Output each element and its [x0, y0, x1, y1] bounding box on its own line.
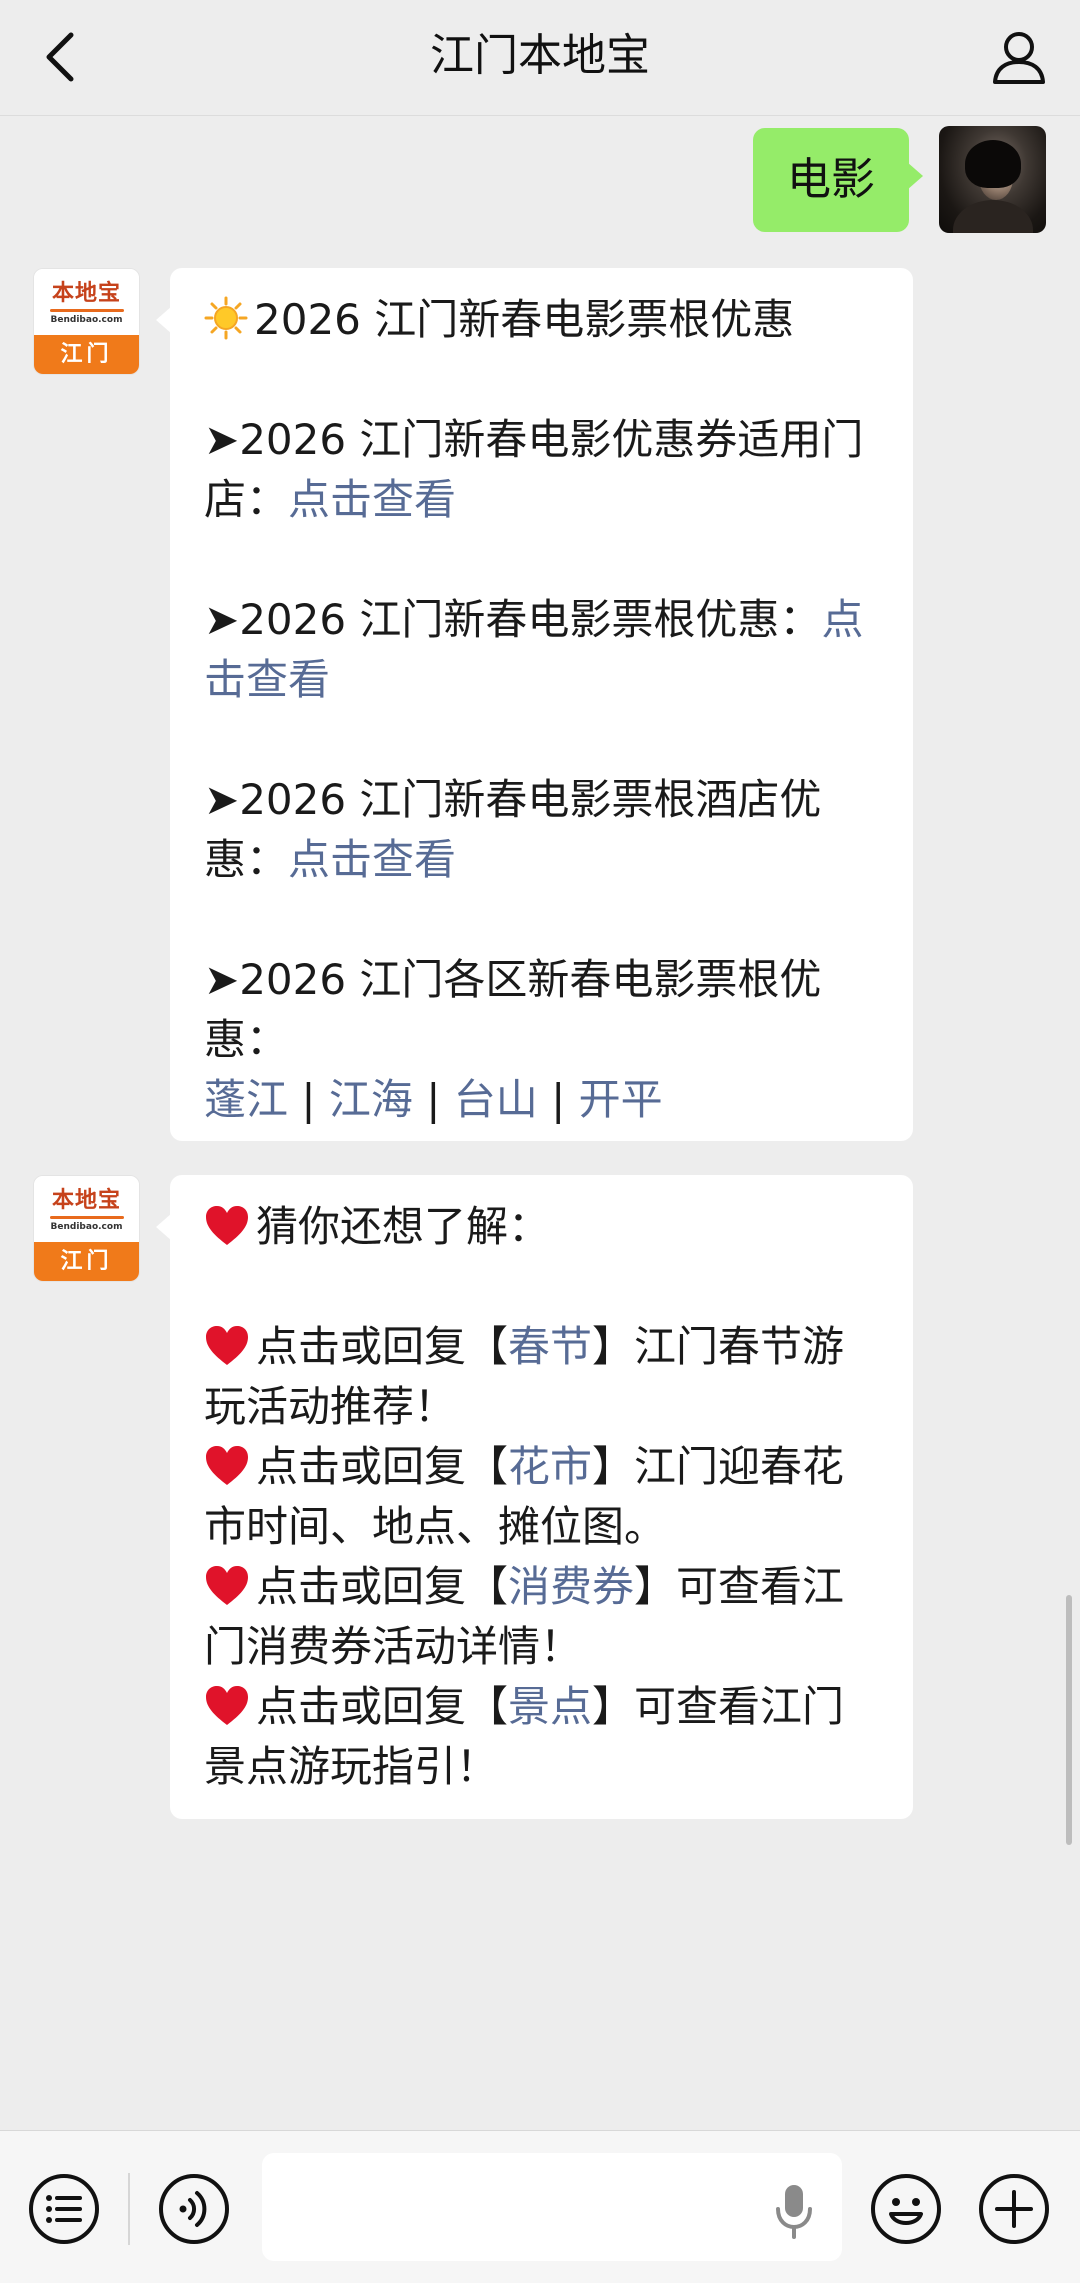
keyword-link-flower-market[interactable]: 花市: [508, 1442, 592, 1491]
suggestion-item: 点击或回复【春节】江门春节游玩活动推荐！: [204, 1317, 883, 1437]
chat-title: 江门本地宝: [430, 30, 650, 81]
district-link-kaiping[interactable]: 开平: [579, 1075, 663, 1124]
outgoing-message-bubble[interactable]: 电影: [753, 128, 923, 232]
item-hotel-offers: ➤2026 江门新春电影票根酒店优惠：点击查看: [204, 770, 883, 890]
suggestion-item: 点击或回复【景点】可查看江门景点游玩指引！: [204, 1677, 883, 1797]
user-icon: [993, 32, 1045, 84]
keyword-link-coupons[interactable]: 消费券: [508, 1562, 634, 1611]
district-links: 蓬江 | 江海 | 台山 | 开平: [204, 1070, 883, 1130]
title-text: 2026 江门新春电影票根优惠: [254, 295, 795, 344]
heart-icon: [206, 1686, 248, 1725]
district-link-taishan[interactable]: 台山: [454, 1075, 538, 1124]
self-avatar[interactable]: [939, 126, 1046, 233]
outgoing-message-row: 电影: [446, 126, 1046, 236]
item-stub-offers-text: ➤2026 江门新春电影票根优惠：: [204, 595, 822, 644]
suggestion-item: 点击或回复【消费券】可查看江门消费券活动详情！: [204, 1557, 883, 1677]
district-link-jianghai[interactable]: 江海: [329, 1075, 413, 1124]
suggestion-prefix: 点击或回复【: [256, 1442, 509, 1491]
message-title: 2026 江门新春电影票根优惠: [204, 290, 883, 350]
suggestion-intro-text: 猜你还想了解：: [256, 1202, 551, 1251]
heart-icon: [206, 1446, 248, 1485]
voice-button[interactable]: [156, 2171, 232, 2247]
bot-avatar[interactable]: 本地宝 Bendibao.com 江门: [33, 1175, 140, 1282]
suggestion-prefix: 点击或回复【: [256, 1562, 509, 1611]
title-bar: 江门本地宝: [0, 0, 1080, 116]
plus-icon: [979, 2174, 1049, 2244]
item-districts-text: ➤2026 江门各区新春电影票根优惠：: [204, 955, 822, 1064]
suggestion-prefix: 点击或回复【: [256, 1322, 509, 1371]
message-input[interactable]: [262, 2153, 842, 2261]
divider: [128, 2173, 130, 2245]
keyword-link-spring-festival[interactable]: 春节: [508, 1322, 592, 1371]
emoji-button[interactable]: [868, 2171, 944, 2247]
logo-url: Bendibao.com: [50, 314, 123, 325]
suggestion-prefix: 点击或回复【: [256, 1682, 509, 1731]
heart-icon: [206, 1326, 248, 1365]
suggestion-item: 点击或回复【花市】江门迎春花市时间、地点、摊位图。: [204, 1437, 883, 1557]
logo-url: Bendibao.com: [50, 1221, 123, 1232]
input-bar: [0, 2130, 1080, 2283]
logo-city: 江门: [34, 335, 139, 374]
item-districts: ➤2026 江门各区新春电影票根优惠：: [204, 950, 883, 1070]
district-link-pengjiang[interactable]: 蓬江: [204, 1075, 288, 1124]
microphone-icon: [776, 2185, 812, 2239]
bot-avatar[interactable]: 本地宝 Bendibao.com 江门: [33, 268, 140, 375]
menu-button[interactable]: [26, 2171, 102, 2247]
scrollbar[interactable]: [1066, 1595, 1072, 1845]
menu-list-icon: [29, 2174, 99, 2244]
logo-name: 本地宝: [51, 1187, 121, 1213]
keyword-link-attractions[interactable]: 景点: [508, 1682, 592, 1731]
chat-info-button[interactable]: [984, 22, 1054, 92]
item-stub-offers: ➤2026 江门新春电影票根优惠：点击查看: [204, 590, 883, 710]
stores-link[interactable]: 点击查看: [288, 475, 456, 524]
sun-icon: [204, 296, 248, 340]
logo-city: 江门: [34, 1242, 139, 1281]
separator: |: [551, 1075, 566, 1124]
incoming-message-bubble[interactable]: 猜你还想了解： 点击或回复【春节】江门春节游玩活动推荐！ 点击或回复【花市】江门…: [156, 1175, 913, 1819]
voice-icon: [159, 2174, 229, 2244]
heart-icon: [206, 1206, 248, 1245]
incoming-message-bubble[interactable]: 2026 江门新春电影票根优惠 ➤2026 江门新春电影优惠券适用门店：点击查看…: [156, 268, 913, 1141]
more-button[interactable]: [976, 2171, 1052, 2247]
suggestion-intro: 猜你还想了解：: [204, 1197, 883, 1257]
logo-name: 本地宝: [51, 280, 121, 306]
emoji-icon: [871, 2174, 941, 2244]
item-stores: ➤2026 江门新春电影优惠券适用门店：点击查看: [204, 410, 883, 530]
heart-icon: [206, 1566, 248, 1605]
separator: |: [301, 1075, 316, 1124]
microphone-button[interactable]: [774, 2183, 814, 2239]
separator: |: [426, 1075, 441, 1124]
hotel-offers-link[interactable]: 点击查看: [288, 835, 456, 884]
